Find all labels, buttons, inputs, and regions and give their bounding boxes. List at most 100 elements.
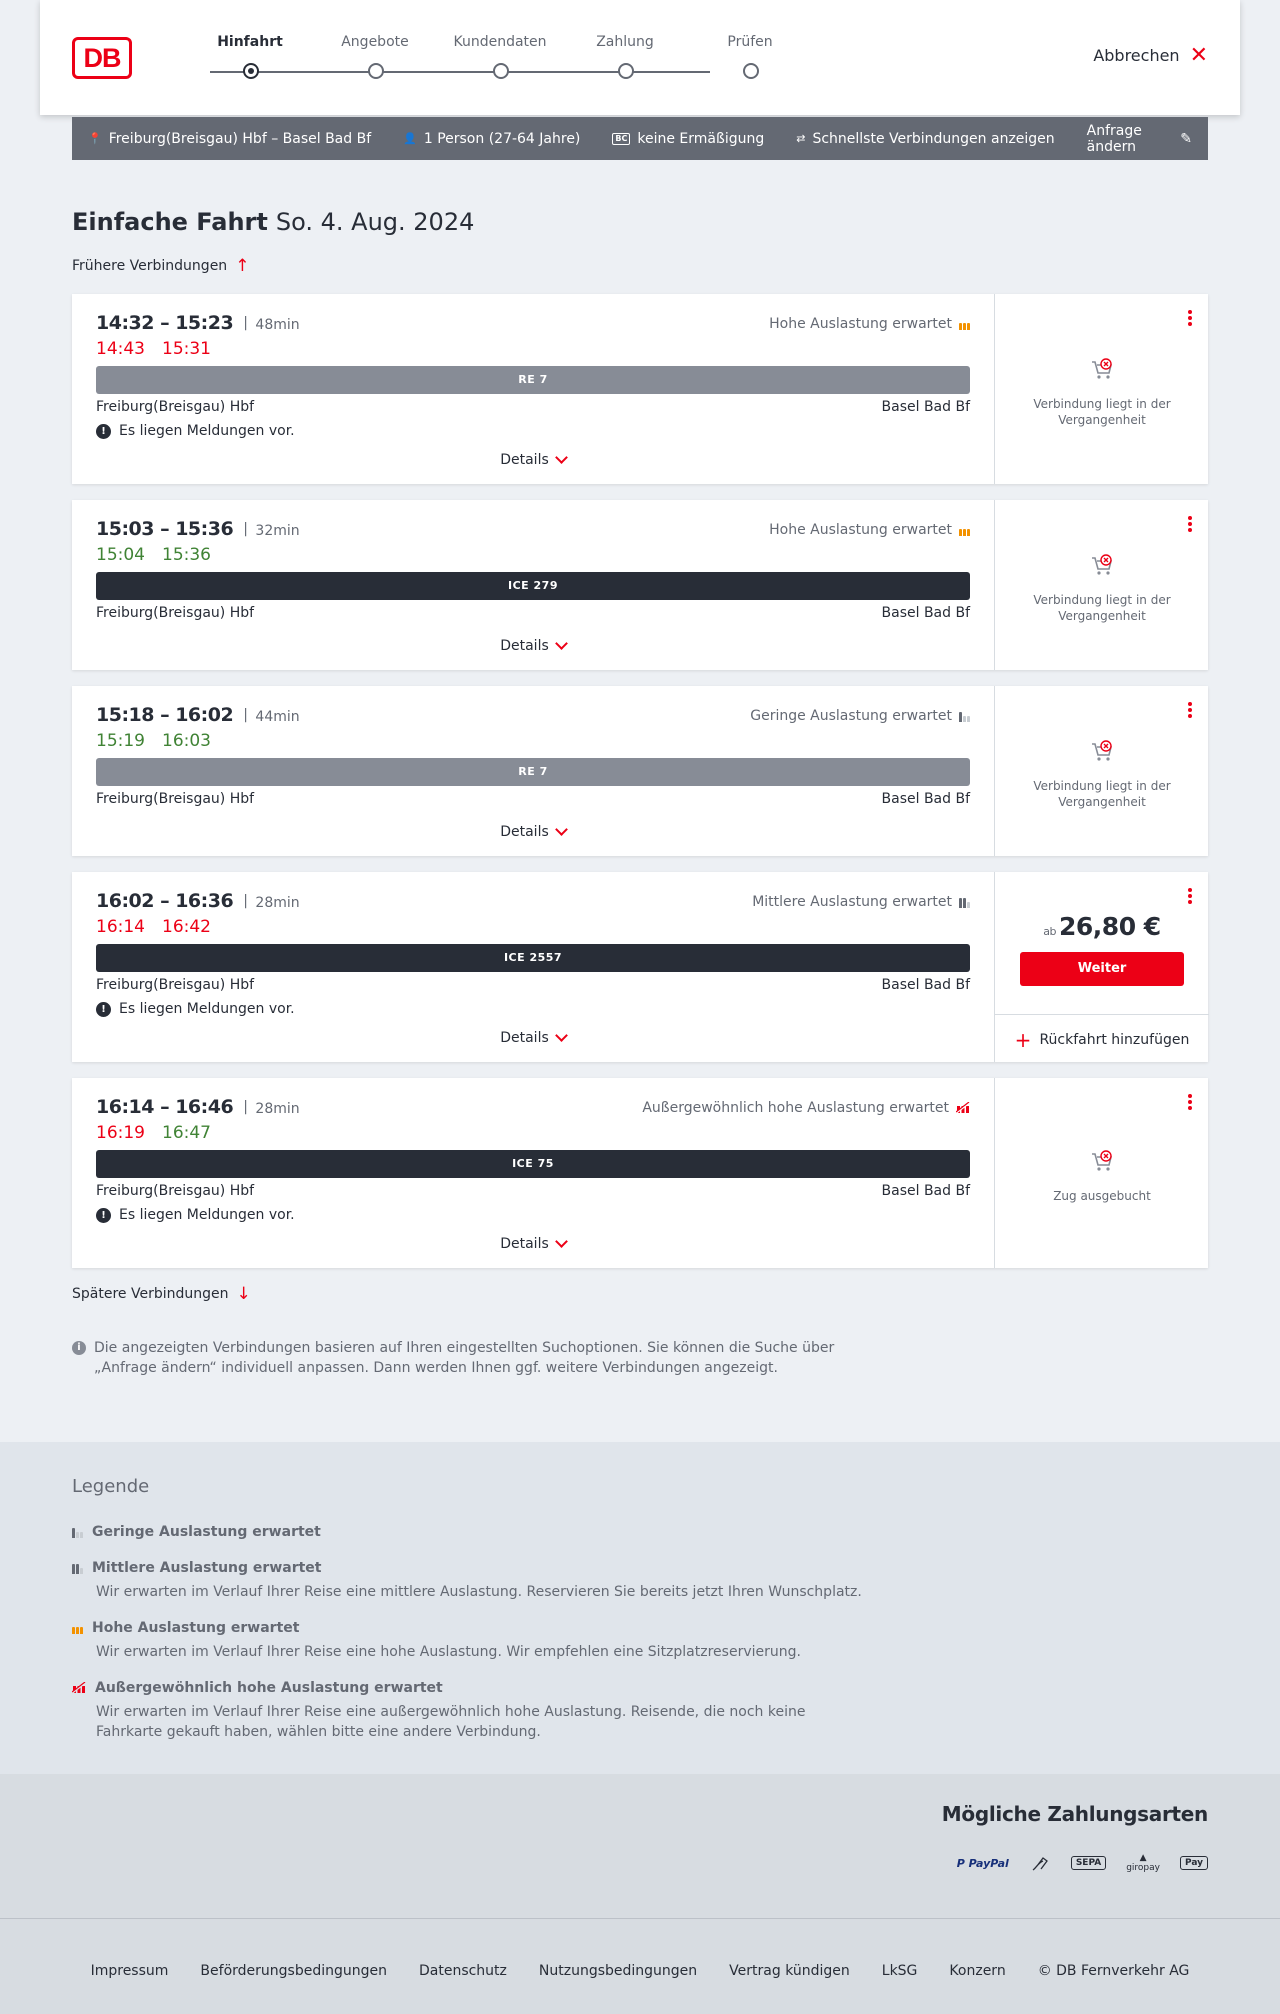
- plus-icon: +: [1014, 1027, 1032, 1052]
- past-connection-notice: Verbindung liegt in der Vergangenheit: [995, 552, 1209, 624]
- train-bar[interactable]: ICE 2557: [96, 944, 970, 972]
- duration: 32min: [255, 523, 300, 539]
- change-request-button[interactable]: Anfrage ändern ✎: [1087, 123, 1192, 155]
- add-return-label: Rückfahrt hinzufügen: [1039, 1031, 1190, 1048]
- change-request-label: Anfrage ändern: [1086, 122, 1142, 155]
- offer-panel: Verbindung liegt in der Vergangenheit: [994, 686, 1208, 856]
- details-toggle[interactable]: Details: [72, 636, 994, 654]
- connection-times: 16:14 – 16:46 | 28min: [96, 1096, 300, 1118]
- connection-times: 14:32 – 15:23 | 48min: [96, 312, 300, 334]
- more-options-icon[interactable]: [1188, 310, 1192, 326]
- planned-times: 15:03 – 15:36: [96, 518, 234, 540]
- realtime-times: 16:14 16:42: [96, 917, 228, 937]
- paypal-icon: P PayPal: [956, 1856, 1009, 1870]
- duration: 48min: [255, 317, 300, 333]
- more-options-icon[interactable]: [1188, 888, 1192, 904]
- footer-link-befoerderungsbedingungen[interactable]: Beförderungsbedingungen: [200, 1963, 387, 1979]
- occupancy-low-icon: [72, 1526, 83, 1538]
- more-options-icon[interactable]: [1188, 702, 1192, 718]
- option-summary: ⇄ Schnellste Verbindungen anzeigen: [796, 131, 1054, 147]
- legend-item-title: Geringe Auslastung erwartet: [92, 1524, 321, 1540]
- train-bar[interactable]: ICE 75: [96, 1150, 970, 1178]
- cancel-button[interactable]: Abbrechen ✕: [1093, 44, 1208, 66]
- offer-panel: Verbindung liegt in der Vergangenheit: [994, 294, 1208, 484]
- add-return-button[interactable]: + Rückfahrt hinzufügen: [995, 1014, 1209, 1064]
- continue-button[interactable]: Weiter: [1020, 952, 1184, 986]
- occupancy-text: Geringe Auslastung erwartet: [750, 708, 952, 724]
- footer-link-nutzungsbedingungen[interactable]: Nutzungsbedingungen: [539, 1963, 697, 1979]
- realtime-arrival: 15:36: [162, 545, 211, 565]
- realtime-departure: 15:19: [96, 731, 145, 751]
- chevron-down-icon: [554, 1028, 568, 1042]
- step-pruefen: Prüfen: [685, 34, 815, 79]
- disruption-message: ! Es liegen Meldungen vor.: [96, 1207, 295, 1223]
- page-title: Einfache Fahrt So. 4. Aug. 2024: [72, 208, 474, 236]
- details-label: Details: [500, 638, 549, 654]
- status-text: Verbindung liegt in der Vergangenheit: [1033, 779, 1171, 809]
- duration: 44min: [255, 709, 300, 725]
- location-pin-icon: 📍: [88, 132, 102, 145]
- realtime-departure: 16:14: [96, 917, 145, 937]
- earlier-connections-link[interactable]: Frühere Verbindungen ↑: [72, 258, 249, 275]
- route-summary: 📍 Freiburg(Breisgau) Hbf – Basel Bad Bf: [88, 131, 371, 147]
- step-dot: [493, 63, 509, 79]
- earlier-label: Frühere Verbindungen: [72, 258, 228, 274]
- message-text: Es liegen Meldungen vor.: [119, 1207, 295, 1223]
- connection-times: 15:03 – 15:36 | 32min: [96, 518, 300, 540]
- details-label: Details: [500, 452, 549, 468]
- search-summary-bar: 📍 Freiburg(Breisgau) Hbf – Basel Bad Bf 👤…: [72, 117, 1208, 160]
- swap-arrows-icon: ⇄: [796, 132, 806, 145]
- legend-item-description: Wir erwarten im Verlauf Ihrer Reise eine…: [96, 1644, 801, 1660]
- legend-section: Legende Geringe Auslastung erwartet Mitt…: [0, 1442, 1280, 1774]
- giropay-label: giropay: [1126, 1863, 1160, 1873]
- payment-title: Mögliche Zahlungsarten: [941, 1802, 1209, 1826]
- details-toggle[interactable]: Details: [72, 1028, 994, 1046]
- more-options-icon[interactable]: [1188, 1094, 1192, 1110]
- details-toggle[interactable]: Details: [72, 1234, 994, 1252]
- destination-station: Basel Bad Bf: [881, 977, 970, 993]
- footer-link-impressum[interactable]: Impressum: [91, 1963, 169, 1979]
- planned-times: 16:14 – 16:46: [96, 1096, 234, 1118]
- connection-info: 16:14 – 16:46 | 28min 16:19 16:47 Außergewö…: [72, 1078, 994, 1268]
- footer: Impressum Beförderungsbedingungen Datens…: [0, 1918, 1280, 2014]
- planned-times: 14:32 – 15:23: [96, 312, 234, 334]
- details-toggle[interactable]: Details: [72, 450, 994, 468]
- realtime-times: 15:19 16:03: [96, 731, 228, 751]
- train-bar[interactable]: ICE 279: [96, 572, 970, 600]
- footer-link-vertrag-kuendigen[interactable]: Vertrag kündigen: [729, 1963, 850, 1979]
- connection-info: 16:02 – 16:36 | 28min 16:14 16:42 Mittlere …: [72, 872, 994, 1062]
- bahncard-icon: BC: [612, 132, 631, 145]
- header: DB Hinfahrt Angebote Kundendaten Zahlung…: [40, 0, 1240, 115]
- footer-link-lksg[interactable]: LkSG: [882, 1963, 918, 1979]
- exclamation-icon: !: [96, 1001, 111, 1017]
- message-text: Es liegen Meldungen vor.: [119, 1001, 295, 1017]
- step-dot: [243, 63, 259, 79]
- more-options-icon[interactable]: [1188, 516, 1192, 532]
- occupancy-text: Hohe Auslastung erwartet: [769, 522, 952, 538]
- note-text: Die angezeigten Verbindungen basieren au…: [94, 1340, 835, 1376]
- pencil-icon: ✎: [1180, 130, 1192, 147]
- step-angebote: Angebote: [310, 34, 440, 79]
- direct-debit-icon: [1032, 1857, 1048, 1871]
- option-text: Schnellste Verbindungen anzeigen: [812, 130, 1055, 147]
- origin-station: Freiburg(Breisgau) Hbf: [96, 1183, 255, 1199]
- giropay-icon: ▲ giropay: [1126, 1853, 1160, 1873]
- cart-unavailable-icon: [1092, 358, 1113, 379]
- later-connections-link[interactable]: Spätere Verbindungen ↓: [72, 1286, 251, 1303]
- step-hinfahrt[interactable]: Hinfahrt: [185, 34, 315, 79]
- details-label: Details: [500, 824, 549, 840]
- details-toggle[interactable]: Details: [72, 822, 994, 840]
- occupancy-info: Hohe Auslastung erwartet: [769, 316, 970, 332]
- discount-text: keine Ermäßigung: [637, 130, 765, 147]
- footer-link-konzern[interactable]: Konzern: [949, 1963, 1005, 1979]
- train-bar[interactable]: RE 7: [96, 366, 970, 394]
- legend-item: Geringe Auslastung erwartet: [72, 1524, 872, 1546]
- footer-link-datenschutz[interactable]: Datenschutz: [419, 1963, 507, 1979]
- sold-out-notice: Zug ausgebucht: [995, 1148, 1209, 1204]
- chevron-down-icon: [554, 636, 568, 650]
- step-dot: [368, 63, 384, 79]
- db-logo[interactable]: DB: [72, 37, 132, 79]
- train-bar[interactable]: RE 7: [96, 758, 970, 786]
- destination-station: Basel Bad Bf: [881, 791, 970, 807]
- connection-info: 15:18 – 16:02 | 44min 15:19 16:03 Geringe A…: [72, 686, 994, 856]
